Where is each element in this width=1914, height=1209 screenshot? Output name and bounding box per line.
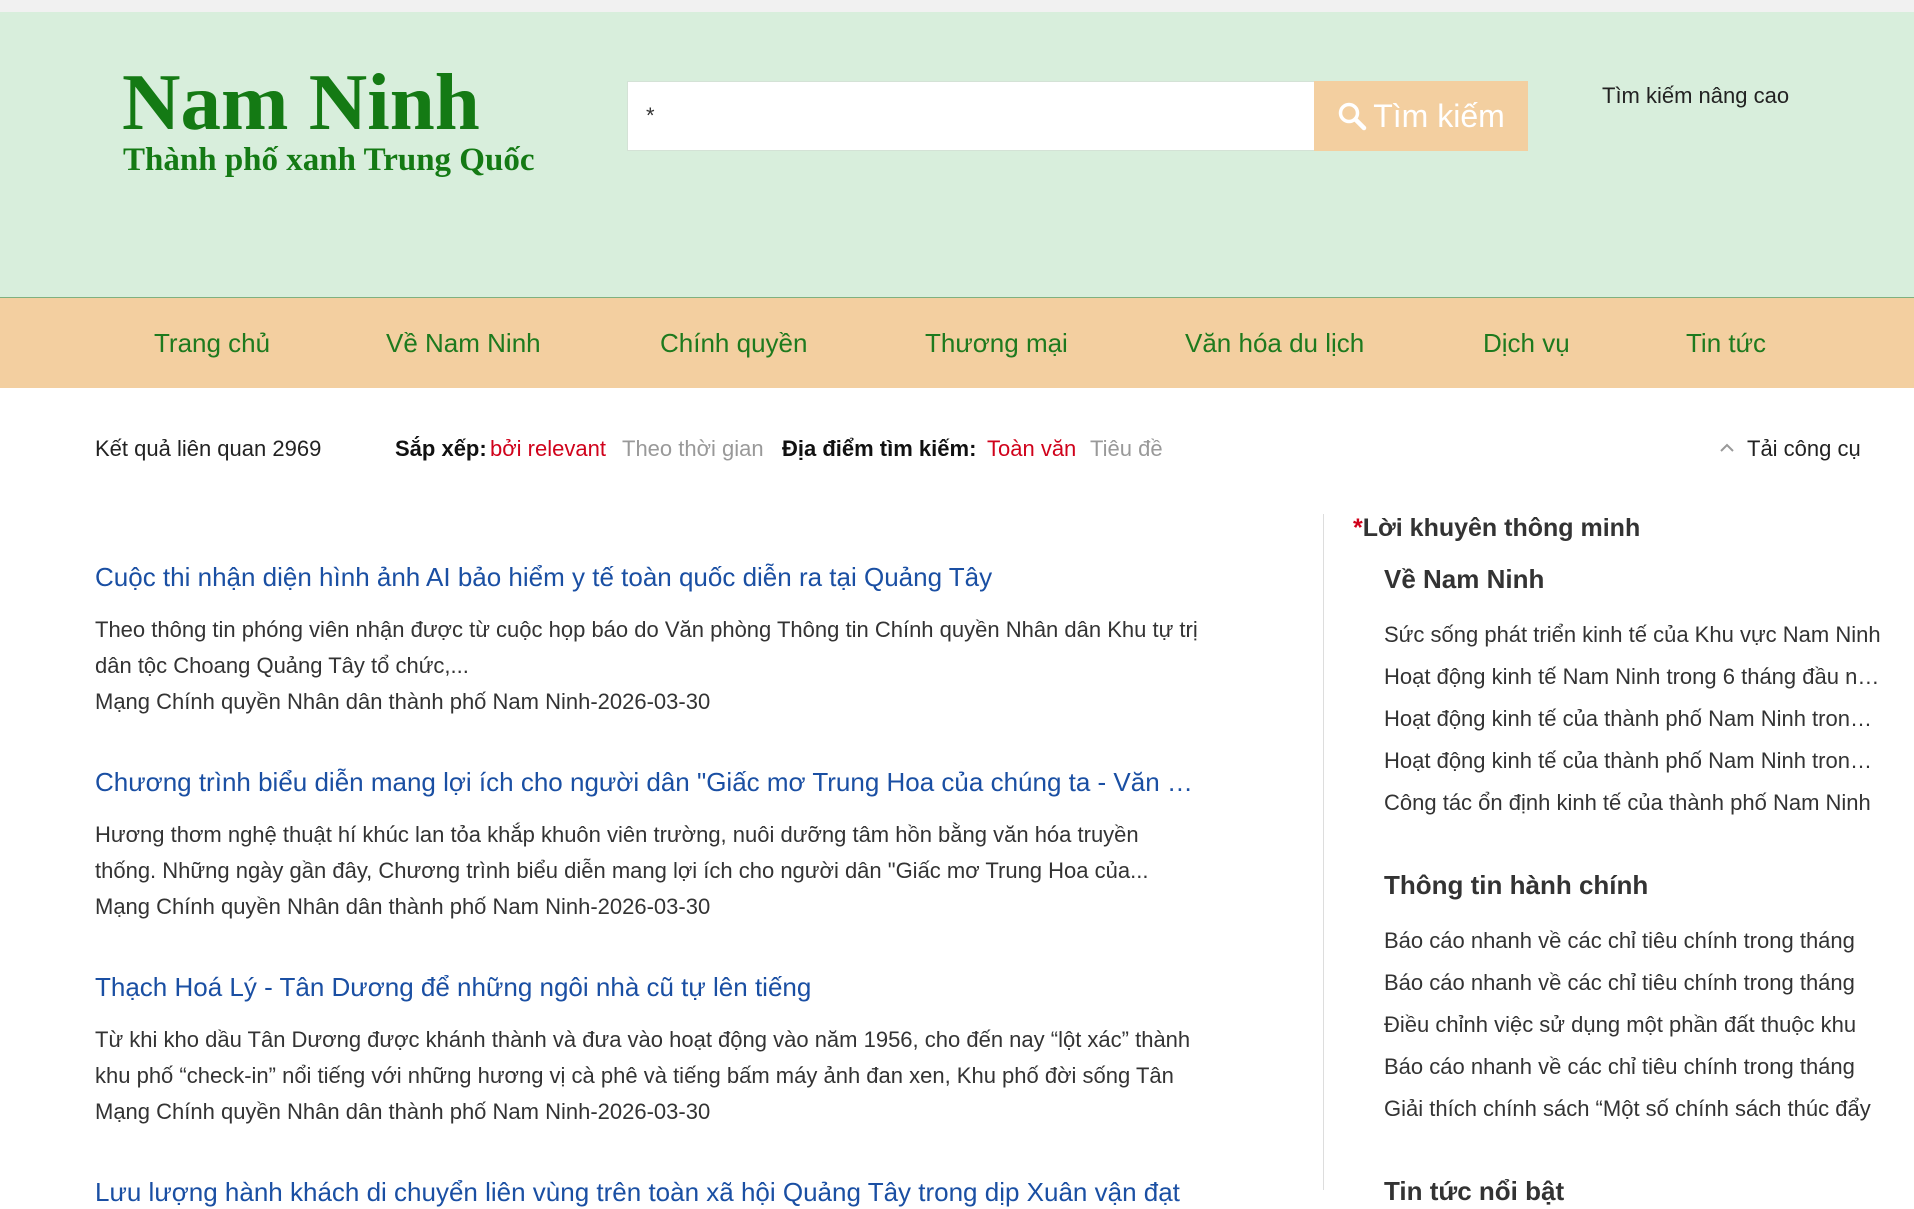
result-source: Mạng Chính quyền Nhân dân thành phố Nam … (95, 1099, 711, 1124)
nav-item-culture-tourism[interactable]: Văn hóa du lịch (1185, 328, 1364, 359)
result-snippet: Hương thơm nghệ thuật hí khúc lan tỏa kh… (95, 822, 1149, 883)
sidebar-link[interactable]: Hoạt động kinh tế Nam Ninh trong 6 tháng… (1384, 664, 1882, 690)
nav-item-about[interactable]: Về Nam Ninh (386, 328, 541, 359)
sidebar-link[interactable]: Báo cáo nhanh về các chỉ tiêu chính tron… (1384, 928, 1882, 954)
advanced-search-link[interactable]: Tìm kiếm nâng cao (1602, 83, 1789, 109)
nav-item-commerce[interactable]: Thương mại (925, 328, 1068, 359)
sort-time-option[interactable]: Theo thời gian (622, 436, 764, 462)
main-nav: Trang chủ Về Nam Ninh Chính quyền Thương… (0, 297, 1914, 388)
result-item: Cuộc thi nhận diện hình ảnh AI bảo hiểm … (95, 560, 1205, 720)
sidebar-section-title: Tin tức nổi bật (1384, 1176, 1565, 1206)
result-title-link[interactable]: Lưu lượng hành khách di chuyển liên vùng… (95, 1175, 1205, 1209)
sidebar-heading-text: Lời khuyên thông minh (1362, 514, 1641, 542)
site-logo-title[interactable]: Nam Ninh (122, 62, 480, 143)
sidebar-link[interactable]: Hoạt động kinh tế của thành phố Nam Ninh… (1384, 706, 1882, 732)
nav-item-home[interactable]: Trang chủ (154, 328, 270, 359)
search-icon (1338, 102, 1367, 131)
site-header: Nam Ninh Thành phố xanh Trung Quốc Tìm k… (0, 12, 1914, 298)
result-source: Mạng Chính quyền Nhân dân thành phố Nam … (95, 894, 711, 919)
sort-relevant-option[interactable]: bởi relevant (490, 436, 606, 462)
result-snippet: Theo thông tin phóng viên nhận được từ c… (95, 617, 1198, 678)
sidebar-link[interactable]: Sức sống phát triển kinh tế của Khu vực … (1384, 622, 1882, 648)
search-button-label: Tìm kiếm (1373, 97, 1505, 134)
sidebar-link[interactable]: Hoạt động kinh tế của thành phố Nam Ninh… (1384, 748, 1882, 774)
sidebar-heading: *Lời khuyên thông minh (1353, 514, 1640, 543)
sidebar-link[interactable]: Báo cáo nhanh về các chỉ tiêu chính tron… (1384, 1054, 1882, 1080)
sidebar-section-title: Về Nam Ninh (1384, 564, 1545, 594)
nav-item-government[interactable]: Chính quyền (660, 328, 807, 359)
nav-item-news[interactable]: Tin tức (1686, 328, 1766, 359)
chevron-up-icon (1720, 443, 1734, 452)
location-label: Địa điểm tìm kiếm: (782, 436, 977, 461)
sidebar-heading-star: * (1353, 514, 1363, 542)
location-fulltext-option[interactable]: Toàn văn (987, 436, 1076, 462)
sidebar-link[interactable]: Báo cáo nhanh về các chỉ tiêu chính tron… (1384, 970, 1882, 996)
result-item: Lưu lượng hành khách di chuyển liên vùng… (95, 1175, 1205, 1209)
sidebar-link[interactable]: Điều chỉnh việc sử dụng một phần đất thu… (1384, 1012, 1882, 1038)
result-title-link[interactable]: Cuộc thi nhận diện hình ảnh AI bảo hiểm … (95, 560, 1205, 594)
results-toolbar: Kết quả liên quan 2969 Sắp xếp: bởi rele… (95, 436, 1870, 466)
tools-label: Tải công cụ (1747, 436, 1861, 461)
sidebar-link[interactable]: Giải thích chính sách “Một số chính sách… (1384, 1096, 1882, 1122)
result-title-link[interactable]: Chương trình biểu diễn mang lợi ích cho … (95, 765, 1205, 799)
result-title-link[interactable]: Thạch Hoá Lý - Tân Dương để những ngôi n… (95, 970, 1205, 1004)
site-logo-subtitle: Thành phố xanh Trung Quốc (123, 142, 535, 178)
nav-item-services[interactable]: Dịch vụ (1483, 328, 1570, 359)
result-snippet: Từ khi kho dầu Tân Dương được khánh thàn… (95, 1027, 1191, 1088)
location-title-option[interactable]: Tiêu đề (1090, 436, 1163, 462)
result-count: Kết quả liên quan 2969 (95, 436, 322, 461)
search-box (627, 81, 1315, 151)
sort-label: Sắp xếp: (395, 436, 487, 461)
result-item: Thạch Hoá Lý - Tân Dương để những ngôi n… (95, 970, 1205, 1130)
tools-toggle[interactable]: Tải công cụ (1719, 436, 1861, 462)
result-item: Chương trình biểu diễn mang lợi ích cho … (95, 765, 1205, 925)
sidebar-divider (1323, 514, 1324, 1190)
sidebar-link[interactable]: Công tác ổn định kinh tế của thành phố N… (1384, 790, 1882, 816)
top-strip (0, 0, 1914, 12)
search-input[interactable] (628, 82, 1314, 150)
result-source: Mạng Chính quyền Nhân dân thành phố Nam … (95, 689, 711, 714)
sidebar-section-title: Thông tin hành chính (1384, 870, 1649, 900)
search-button[interactable]: Tìm kiếm (1314, 81, 1528, 151)
